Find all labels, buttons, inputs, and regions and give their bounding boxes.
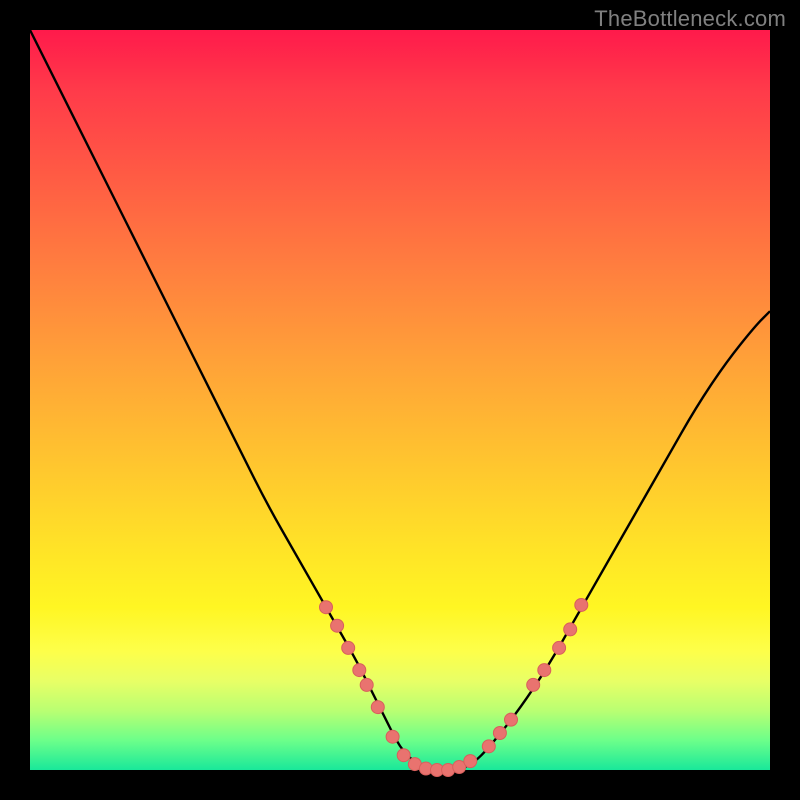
curve-marker xyxy=(553,641,566,654)
curve-marker xyxy=(353,664,366,677)
curve-marker xyxy=(397,749,410,762)
curve-marker xyxy=(493,727,506,740)
curve-marker xyxy=(371,701,384,714)
chart-frame: TheBottleneck.com xyxy=(0,0,800,800)
curve-marker xyxy=(505,713,518,726)
curve-marker xyxy=(527,678,540,691)
chart-plot-area xyxy=(30,30,770,770)
curve-marker xyxy=(386,730,399,743)
curve-marker xyxy=(564,623,577,636)
curve-marker xyxy=(331,619,344,632)
curve-marker xyxy=(482,740,495,753)
curve-marker xyxy=(575,598,588,611)
curve-markers xyxy=(320,598,588,776)
chart-svg xyxy=(30,30,770,770)
curve-marker xyxy=(342,641,355,654)
curve-marker xyxy=(538,664,551,677)
curve-marker xyxy=(360,678,373,691)
curve-marker xyxy=(320,601,333,614)
bottleneck-curve xyxy=(30,30,770,770)
curve-marker xyxy=(464,755,477,768)
watermark-text: TheBottleneck.com xyxy=(594,6,786,32)
